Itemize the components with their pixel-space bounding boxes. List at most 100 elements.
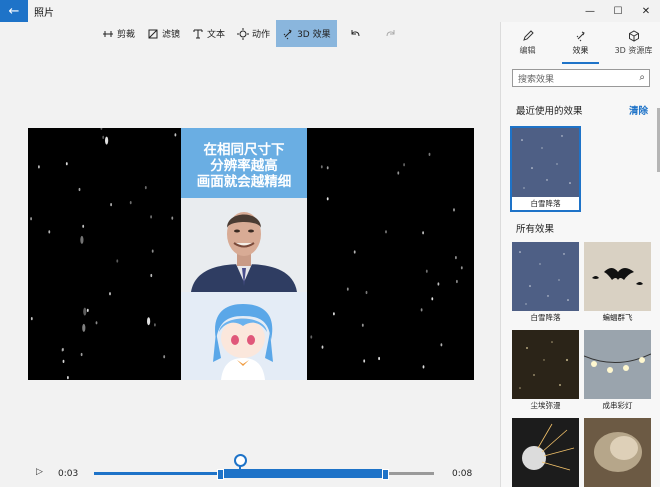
- undo-icon: [351, 29, 360, 36]
- snowflake: [61, 348, 64, 352]
- snowflake: [116, 259, 119, 263]
- effect-smoke[interactable]: [584, 418, 651, 487]
- dust-effect-thumbnail: [512, 330, 579, 399]
- trim-button[interactable]: 剪裁: [96, 20, 141, 47]
- snowflake: [82, 224, 85, 228]
- snowflake: [321, 345, 324, 349]
- snowflake: [110, 203, 112, 207]
- maximize-button[interactable]: ☐: [604, 0, 632, 22]
- back-button[interactable]: ←: [0, 0, 28, 22]
- range-end-handle[interactable]: [382, 469, 390, 480]
- snowflake: [147, 317, 151, 326]
- text-icon: [193, 29, 203, 38]
- text-button[interactable]: 文本: [186, 20, 231, 47]
- clear-recent-link[interactable]: 清除: [629, 103, 648, 117]
- caption-line: 画面就会越精细: [196, 174, 292, 190]
- filter-icon: [148, 29, 158, 38]
- snowflake: [460, 266, 463, 270]
- motion-label: 动作: [252, 30, 271, 40]
- effect-bats[interactable]: 蝙蝠群飞: [584, 242, 651, 324]
- snowflake: [105, 136, 109, 145]
- snowflake: [440, 343, 443, 347]
- search-icon[interactable]: ⌕: [639, 72, 645, 83]
- video-frame: 在相同尺寸下 分辨率越高 画面就会越精细: [181, 128, 307, 380]
- range-start-handle[interactable]: [216, 469, 224, 480]
- snowflake: [151, 249, 154, 253]
- sparks-effect-thumbnail: [512, 418, 579, 487]
- undo-button[interactable]: [337, 20, 373, 47]
- tab-edit-label: 编辑: [519, 46, 536, 55]
- snowflake: [333, 312, 335, 316]
- redo-button[interactable]: [373, 20, 409, 47]
- snowflake: [422, 231, 424, 235]
- portrait-image: [181, 198, 307, 292]
- close-button[interactable]: ✕: [632, 0, 660, 22]
- smoke-effect-thumbnail: [584, 418, 651, 487]
- panel-tabs: 编辑 效果 3D 资源库: [501, 22, 660, 64]
- editor-toolbar: 剪裁 滤镜 文本 动作 3D 效果: [96, 20, 409, 47]
- effect-snow[interactable]: 白雪降落: [512, 242, 579, 324]
- snowflake: [144, 186, 147, 190]
- timeline-track[interactable]: [94, 454, 434, 480]
- motion-button[interactable]: 动作: [231, 20, 276, 47]
- video-preview[interactable]: 在相同尺寸下 分辨率越高 画面就会越精细: [28, 128, 474, 380]
- snowflake: [80, 235, 84, 244]
- snowflake: [310, 335, 313, 339]
- effect-sparks[interactable]: [512, 418, 579, 487]
- snowflake: [174, 133, 177, 137]
- snowflake: [86, 308, 89, 312]
- trim-icon: [103, 30, 113, 37]
- snowflake: [65, 162, 68, 166]
- anime-character-image: [181, 292, 307, 380]
- snowflake: [38, 165, 40, 169]
- timeline-bar: ▷ 0:03 0:08: [0, 454, 500, 487]
- playhead-knob[interactable]: [234, 454, 248, 467]
- effects-icon: [576, 31, 585, 42]
- minimize-button[interactable]: —: [576, 0, 604, 22]
- snowflake: [326, 197, 329, 201]
- end-time: 0:08: [452, 469, 473, 479]
- effect-string-lights[interactable]: 成串彩灯: [584, 330, 651, 412]
- 3d-effects-icon: [283, 29, 292, 39]
- effect-label: 白雪降落: [530, 199, 561, 208]
- snowflake: [428, 152, 431, 156]
- filter-label: 滤镜: [162, 30, 181, 40]
- snowflake: [129, 201, 132, 205]
- 3d-effects-button[interactable]: 3D 效果: [276, 20, 337, 47]
- snow-effect-thumbnail: [512, 128, 579, 197]
- cube-icon: [628, 30, 639, 42]
- snowflake: [453, 208, 455, 212]
- snowflake: [455, 256, 457, 260]
- selected-range[interactable]: [219, 469, 387, 478]
- snow-effect-thumbnail: [512, 242, 579, 311]
- snowflake: [80, 352, 83, 357]
- snowflake: [385, 230, 387, 234]
- snowflake: [403, 163, 405, 167]
- snowflake: [154, 323, 156, 327]
- panel-scrollbar[interactable]: [656, 22, 660, 487]
- effects-search-input[interactable]: 搜索效果 ⌕: [512, 69, 650, 87]
- effect-label: 成串彩灯: [602, 401, 633, 410]
- tab-3d-library-label: 3D 资源库: [614, 46, 653, 55]
- effect-label: 白雪降落: [530, 313, 561, 322]
- arrow-left-icon: ←: [8, 3, 20, 19]
- snowflake: [102, 135, 105, 139]
- tab-edit[interactable]: 编辑: [501, 22, 554, 64]
- recent-effect-snow[interactable]: 白雪降落: [510, 126, 581, 212]
- snowflake: [48, 230, 51, 234]
- tab-effects[interactable]: 效果: [554, 22, 607, 64]
- play-button[interactable]: ▷: [36, 467, 43, 477]
- title-bar: ← 照片 — ☐ ✕: [0, 0, 660, 22]
- effects-panel: 编辑 效果 3D 资源库 搜索效果 ⌕ 最近使用的效果 清除 白雪降落 所有效果…: [500, 22, 660, 487]
- filter-button[interactable]: 滤镜: [141, 20, 186, 47]
- snowflake: [326, 166, 329, 170]
- effect-label: 尘埃弥漫: [530, 401, 561, 410]
- effect-dust[interactable]: 尘埃弥漫: [512, 330, 579, 412]
- snowflake: [67, 376, 69, 380]
- caption-line: 分辨率越高: [210, 158, 278, 174]
- tab-3d-library[interactable]: 3D 资源库: [607, 22, 660, 64]
- redo-icon: [386, 29, 395, 36]
- snowflake: [437, 282, 440, 286]
- playhead-stem: [239, 466, 242, 473]
- caption-banner: 在相同尺寸下 分辨率越高 画面就会越精细: [181, 128, 307, 198]
